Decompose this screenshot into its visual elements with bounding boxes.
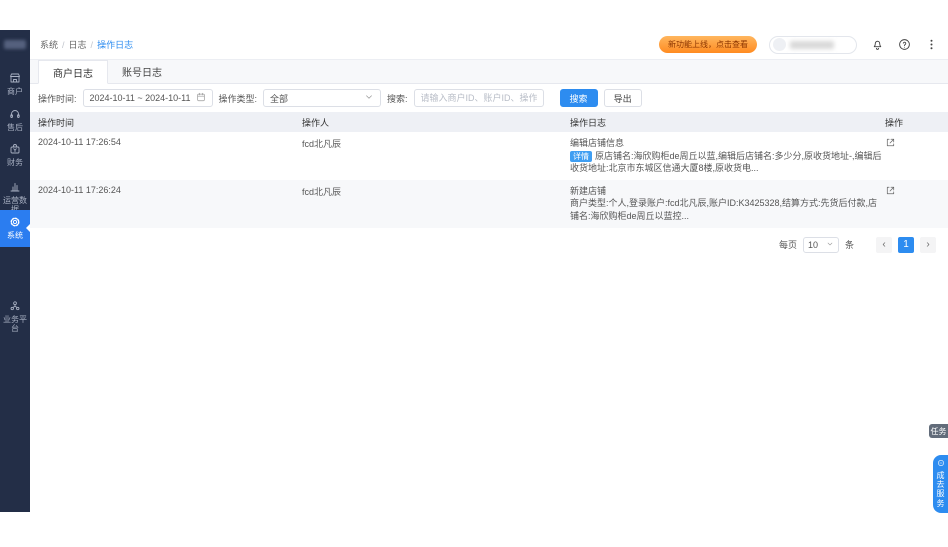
breadcrumb-separator: /: [62, 40, 65, 50]
breadcrumb-item[interactable]: 日志: [69, 38, 87, 51]
operation-type-value: 全部: [270, 92, 288, 105]
tab-account-log[interactable]: 账号日志: [108, 60, 176, 83]
sidebar-item-label: 财务: [7, 159, 23, 167]
log-title: 新建店铺: [570, 185, 885, 198]
customer-service-icon[interactable]: [871, 38, 884, 51]
sidebar-item-business-platform[interactable]: 业务平台: [0, 300, 30, 333]
sidebar-item-label: 售后: [7, 124, 23, 132]
type-filter-label: 操作类型:: [219, 92, 258, 105]
per-page-suffix: 条: [845, 238, 854, 251]
filter-bar: 操作时间: 2024-10-11 ~ 2024-10-11 操作类型: 全部 搜…: [30, 84, 948, 112]
service-icon: [937, 459, 945, 469]
cell-time: 2024-10-11 17:26:54: [30, 137, 302, 147]
export-button[interactable]: 导出: [604, 89, 642, 107]
col-operation-log: 操作日志: [570, 116, 885, 129]
col-operation-time: 操作时间: [30, 116, 302, 129]
bar-chart-icon: [9, 181, 21, 195]
service-label: 成去服务: [936, 471, 945, 508]
headset-icon: [9, 108, 21, 122]
table-row: 2024-10-11 17:26:54 fcd北凡辰 编辑店铺信息 详情原店铺名…: [30, 132, 948, 180]
date-range-picker[interactable]: 2024-10-11 ~ 2024-10-11: [83, 89, 213, 107]
page: 商户 售后 财务 运营数据 系统 业务平台: [0, 0, 948, 547]
chevron-down-icon: [826, 240, 834, 250]
help-icon[interactable]: [898, 38, 911, 51]
sidebar-item-label: 商户: [7, 88, 23, 96]
search-label: 搜索:: [387, 92, 408, 105]
tab-merchant-log[interactable]: 商户日志: [38, 60, 108, 84]
sidebar-item-aftersales[interactable]: 售后: [0, 108, 30, 133]
log-body: 原店铺名:海欣购柜de周丘以蓝,编辑后店铺名:多少分,原收货地址-,编辑后收货地…: [570, 151, 882, 174]
sidebar: 商户 售后 财务 运营数据 系统 业务平台: [0, 30, 30, 512]
sidebar-item-label: 系统: [7, 232, 23, 240]
page-number-button[interactable]: 1: [898, 237, 914, 253]
breadcrumb-current: 操作日志: [97, 38, 133, 51]
breadcrumb-item[interactable]: 系统: [40, 38, 58, 51]
app-window: 商户 售后 财务 运营数据 系统 业务平台: [0, 30, 948, 512]
more-icon[interactable]: [925, 38, 938, 51]
logo-blurred: [4, 40, 26, 49]
storefront-icon: [9, 72, 21, 86]
search-input[interactable]: [414, 89, 544, 107]
log-body: 商户类型:个人,登录账户:fcd北凡辰,账户ID:K3425328,结算方式:先…: [570, 198, 877, 221]
task-drawer-tab[interactable]: 任务: [929, 424, 948, 438]
sidebar-item-label: 业务平台: [0, 316, 30, 333]
per-page-value: 10: [808, 240, 818, 250]
org-icon: [9, 300, 21, 314]
finance-icon: [9, 143, 21, 157]
topbar: 系统 / 日志 / 操作日志 新功能上线，点击查看: [30, 30, 948, 60]
per-page-select[interactable]: 10: [803, 237, 839, 253]
main-area: 系统 / 日志 / 操作日志 新功能上线，点击查看 商户日志: [30, 30, 948, 512]
username-blurred: [790, 41, 834, 49]
table-header: 操作时间 操作人 操作日志 操作: [30, 112, 948, 132]
tab-strip: 商户日志 账号日志: [30, 60, 948, 84]
breadcrumb-separator: /: [91, 40, 94, 50]
user-chip[interactable]: [769, 36, 857, 54]
view-detail-icon[interactable]: [885, 185, 896, 196]
sidebar-item-system[interactable]: 系统: [0, 210, 30, 247]
chevron-down-icon: [364, 92, 374, 104]
prev-page-button[interactable]: ‹: [876, 237, 892, 253]
gear-icon: [9, 216, 21, 230]
cell-actions: [885, 137, 948, 150]
pagination: 每页 10 条 ‹ 1 ›: [30, 228, 948, 262]
cell-time: 2024-10-11 17:26:24: [30, 185, 302, 195]
cell-actions: [885, 185, 948, 198]
log-tag[interactable]: 详情: [570, 151, 592, 162]
search-button[interactable]: 搜索: [560, 89, 598, 107]
avatar: [773, 38, 786, 51]
time-filter-label: 操作时间:: [38, 92, 77, 105]
operation-type-select[interactable]: 全部: [263, 89, 381, 107]
log-title: 编辑店铺信息: [570, 137, 885, 150]
col-operation: 操作: [885, 116, 948, 129]
promo-badge[interactable]: 新功能上线，点击查看: [659, 36, 757, 53]
calendar-icon: [196, 92, 206, 104]
view-detail-icon[interactable]: [885, 137, 896, 148]
date-range-value: 2024-10-11 ~ 2024-10-11: [90, 93, 191, 103]
sidebar-item-finance[interactable]: 财务: [0, 143, 30, 168]
service-float-button[interactable]: 成去服务: [933, 455, 948, 513]
cell-operator: fcd北凡辰: [302, 185, 570, 198]
cell-operator: fcd北凡辰: [302, 137, 570, 150]
table-row: 2024-10-11 17:26:24 fcd北凡辰 新建店铺 商户类型:个人,…: [30, 180, 948, 228]
next-page-button[interactable]: ›: [920, 237, 936, 253]
per-page-prefix: 每页: [779, 238, 797, 251]
cell-log: 编辑店铺信息 详情原店铺名:海欣购柜de周丘以蓝,编辑后店铺名:多少分,原收货地…: [570, 137, 885, 175]
sidebar-item-merchant[interactable]: 商户: [0, 72, 30, 97]
cell-log: 新建店铺 商户类型:个人,登录账户:fcd北凡辰,账户ID:K3425328,结…: [570, 185, 885, 223]
col-operator: 操作人: [302, 116, 570, 129]
breadcrumb: 系统 / 日志 / 操作日志: [40, 38, 133, 51]
